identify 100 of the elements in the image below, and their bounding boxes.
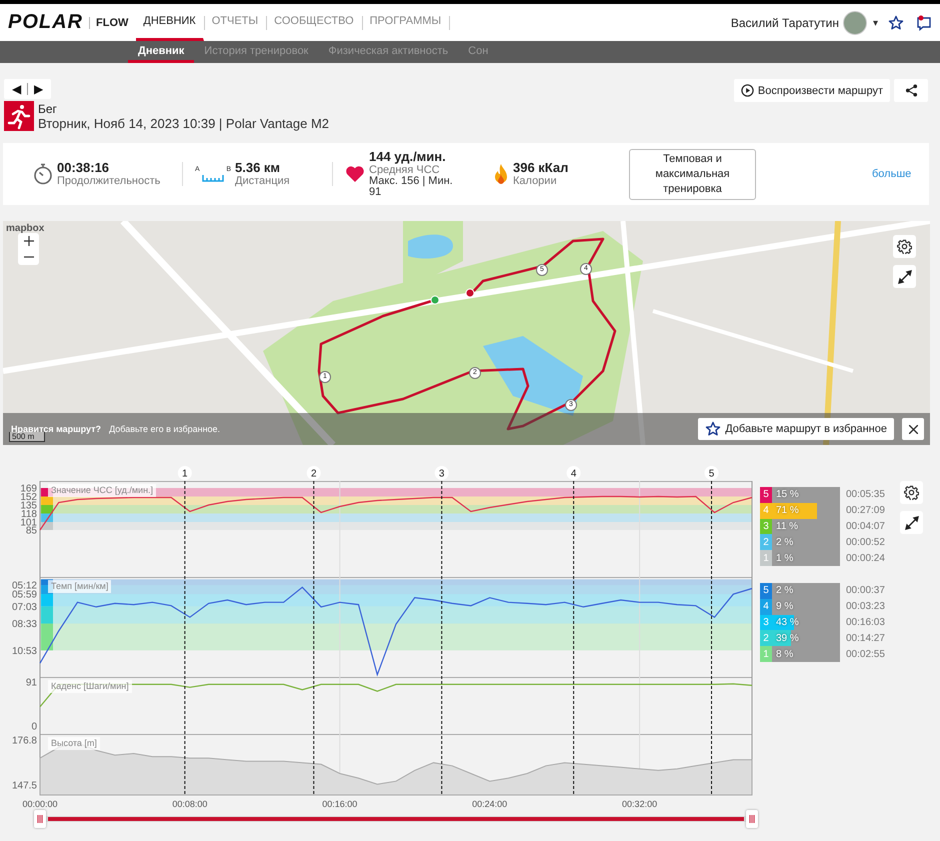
axis-label: 176.8 <box>12 736 37 746</box>
replay-route-button[interactable]: Воспроизвести маршрут <box>734 79 890 102</box>
previous-button[interactable]: ◀ <box>6 82 27 96</box>
slider-handle[interactable] <box>746 810 758 828</box>
axis-label: 147.5 <box>12 780 37 792</box>
zone-number: 1 <box>762 552 770 564</box>
map-attribution: mapbox <box>6 223 44 234</box>
nav-tab[interactable]: ОТЧЕТЫ <box>204 4 266 41</box>
axis-label: 10:53 <box>12 646 37 657</box>
next-button[interactable]: ▶ <box>28 82 49 96</box>
expand-icon <box>898 270 912 284</box>
zone-number: 2 <box>762 536 770 548</box>
chart-title: Каденс [Шаги/мин] <box>48 680 132 693</box>
stat-label: Калории <box>513 175 558 187</box>
axis-label: 91 <box>26 677 37 688</box>
zone-time: 00:03:23 <box>846 601 885 612</box>
zone-percent: 1 % <box>776 552 794 564</box>
nav-tab[interactable]: ПРОГРАММЫ <box>362 4 450 41</box>
time-label: 00:24:00 <box>472 799 508 809</box>
fullscreen-button[interactable] <box>893 265 916 288</box>
range-slider[interactable] <box>46 816 746 822</box>
axis-label: 152 <box>20 492 37 503</box>
map-settings-button[interactable] <box>893 235 916 258</box>
zone-number: 3 <box>762 616 770 628</box>
zone-time: 00:02:55 <box>846 648 885 660</box>
sub-nav-tab[interactable]: Дневник <box>128 41 194 63</box>
axis-label: 08:33 <box>12 619 37 630</box>
lap-marker: 3 <box>434 466 449 480</box>
star-icon[interactable] <box>888 14 904 30</box>
workout-date: Вторник, Нояб 14, 2023 10:39 | Polar Vantage M2 <box>38 116 330 130</box>
lap-marker: 4 <box>566 466 581 480</box>
time-label: 00:00:00 <box>22 799 58 809</box>
zone-number: 5 <box>762 585 770 596</box>
zone-time: 00:04:07 <box>846 520 885 532</box>
heart-icon <box>345 165 365 183</box>
axis-label: 85 <box>26 526 37 536</box>
avatar[interactable] <box>843 10 867 34</box>
close-button[interactable] <box>902 418 924 440</box>
play-icon <box>740 84 754 97</box>
axis-label: 07:03 <box>12 602 37 613</box>
chart-title: Темп [мин/км] <box>48 580 112 593</box>
zone-percent: 15 % <box>776 489 799 500</box>
nav-tab[interactable]: СООБЩЕСТВО <box>267 4 362 41</box>
zone-number: 4 <box>762 505 770 516</box>
chart-settings-button[interactable] <box>900 481 923 504</box>
stat-value: 00:38:16 <box>57 161 110 175</box>
axis-label: 05:59 <box>12 590 37 601</box>
share-icon <box>904 84 918 97</box>
stopwatch-icon <box>33 163 53 185</box>
axis-label: 135 <box>20 500 37 512</box>
prompt-text: Добавьте его в избранное. <box>109 424 220 434</box>
zoom-in-icon[interactable] <box>24 236 34 246</box>
close-icon <box>908 424 918 434</box>
lap-marker: 2 <box>306 466 321 480</box>
axis-label: 169 <box>20 484 37 494</box>
flame-icon <box>493 163 509 185</box>
training-benefit-button[interactable]: Темповая и максимальная тренировка <box>629 148 756 200</box>
expand-icon <box>904 516 918 530</box>
zone-percent: 2 % <box>776 536 794 548</box>
menu-caret[interactable]: ▾ <box>873 16 878 28</box>
zone-number: 4 <box>762 601 770 612</box>
zone-time: 00:27:09 <box>846 505 885 516</box>
zone-number: 5 <box>762 489 770 500</box>
axis-label: 0 <box>31 722 37 733</box>
add-favorite-button[interactable]: Добавьте маршрут в избранное <box>698 418 894 440</box>
message-icon[interactable] <box>916 14 932 30</box>
stat-label: Дистанция <box>235 175 290 187</box>
polar-logo[interactable]: POLAR <box>8 11 89 34</box>
chart-title: Высота [m] <box>48 737 100 750</box>
zone-percent: 8 % <box>776 648 794 660</box>
share-button[interactable] <box>894 79 928 102</box>
fullscreen-button[interactable] <box>900 511 923 534</box>
axis-label: 118 <box>21 509 37 520</box>
star-icon[interactable] <box>705 421 722 437</box>
sport-name: Бег <box>38 102 58 116</box>
user-name[interactable]: Василий Таратутин <box>730 16 839 30</box>
zone-number: 2 <box>762 632 770 644</box>
zone-percent: 2 % <box>776 585 794 596</box>
grip-icon <box>749 815 755 823</box>
zone-time: 00:05:35 <box>846 489 885 500</box>
zone-time: 00:14:27 <box>846 632 885 644</box>
stat-value: 144 уд./мин. <box>369 150 447 164</box>
ruler-icon <box>202 174 224 182</box>
zone-number: 1 <box>762 648 770 660</box>
axis-label: 05:12 <box>12 580 37 592</box>
grip-icon <box>37 815 43 823</box>
chart-title: Значение ЧСС [уд./мин.] <box>48 484 156 497</box>
time-label: 00:32:00 <box>622 799 658 809</box>
slider-handle[interactable] <box>34 810 46 828</box>
zone-time: 00:00:37 <box>846 585 885 596</box>
zone-time: 00:00:24 <box>846 552 885 564</box>
zone-time: 00:16:03 <box>846 616 885 628</box>
zone-number: 3 <box>762 520 770 532</box>
stat-label: Средняя ЧСС <box>369 164 441 176</box>
settings-icon <box>904 485 919 500</box>
zone-time: 00:00:52 <box>846 536 885 548</box>
time-label: 00:08:00 <box>172 799 208 809</box>
prompt-title: Нравится маршрут? <box>11 424 102 434</box>
stat-value: 396 кКал <box>513 161 568 175</box>
zone-percent: 71 % <box>776 505 799 516</box>
